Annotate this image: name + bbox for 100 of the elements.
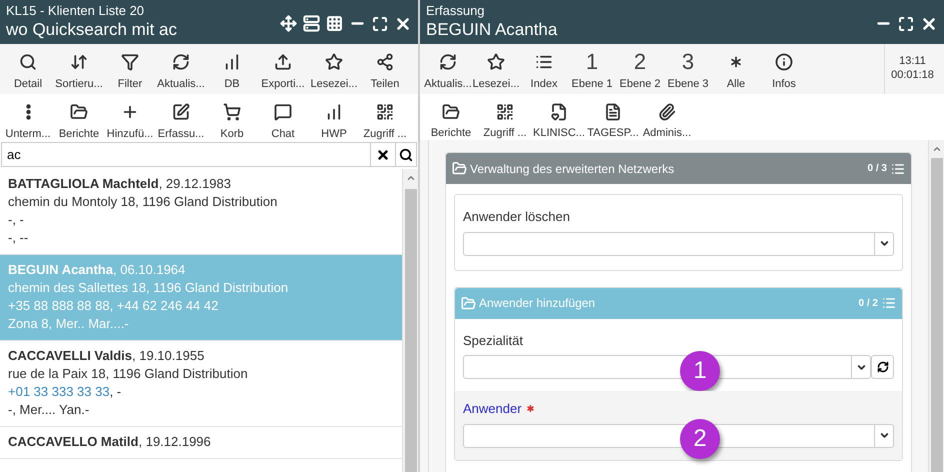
toolbar-button[interactable]: TAGESP...: [586, 94, 640, 140]
bar-chart-icon: [325, 103, 343, 121]
client-name: CACCAVELLI Valdis, 19.10.1955: [8, 347, 206, 365]
toolbar-button[interactable]: Lesezei...: [310, 44, 358, 94]
scrollbar-thumb[interactable]: [404, 189, 416, 472]
info-icon: [775, 53, 793, 71]
search-field[interactable]: ac: [1, 142, 371, 167]
toolbar-button[interactable]: HWP: [310, 94, 358, 142]
toolbar-button[interactable]: Teilen: [361, 44, 409, 94]
toolbar-button[interactable]: Sortieru...: [55, 44, 103, 94]
toolbar-button[interactable]: Adminis...: [640, 94, 694, 140]
toolbar-button[interactable]: Index: [520, 44, 568, 94]
paperclip-icon: [658, 102, 676, 120]
select-field[interactable]: [463, 424, 894, 448]
client-name: BATTAGLIOLA Machteld, 29.12.1983: [8, 175, 232, 193]
client-name: CACCAVELLO Matild, 19.12.1996: [8, 433, 212, 451]
scrollbar[interactable]: [402, 169, 418, 472]
star-icon: [325, 53, 343, 71]
search-icon: [19, 53, 37, 71]
caret-icon: [878, 238, 890, 249]
toolbar-button[interactable]: Infos: [760, 44, 808, 94]
more-icon: [26, 104, 30, 120]
select-field[interactable]: [463, 232, 894, 256]
toolbar-button[interactable]: KLINISC...: [532, 94, 586, 140]
client-detail: -, --: [8, 229, 30, 247]
clock-time: 13:11: [899, 54, 926, 68]
client-detail: chemin des Sallettes 18, 1196 Gland Distribution: [8, 279, 290, 297]
maximize-icon[interactable]: [372, 16, 388, 32]
toolbar-button[interactable]: Hinzufü...: [106, 94, 154, 142]
toolbar-button[interactable]: Detail: [4, 44, 52, 94]
toolbar-button[interactable]: Zugriff ...: [361, 94, 409, 142]
client-detail: +35 88 888 88 88, +44 62 246 44 42: [8, 297, 220, 315]
list-view-icon[interactable]: [303, 15, 320, 32]
toolbar-button[interactable]: Filter: [106, 44, 154, 94]
field-label: Anwender: [463, 400, 522, 418]
window-subtitle: BEGUIN Acantha: [426, 19, 558, 41]
toolbar-button[interactable]: Korb: [208, 94, 256, 142]
plus-icon: [121, 103, 139, 121]
scroll-up-icon[interactable]: [406, 173, 416, 183]
select-field[interactable]: [463, 355, 871, 379]
toolbar-button[interactable]: Chat: [259, 94, 307, 142]
toolbar-button[interactable]: DB: [208, 44, 256, 94]
window-title: KL15 - Klienten Liste 20: [6, 3, 146, 19]
phone-link[interactable]: +01 33 333 33 33: [8, 384, 110, 399]
bar-chart-icon: [223, 53, 241, 71]
toolbar-button[interactable]: Berichte: [55, 94, 103, 142]
toolbar-button[interactable]: Berichte: [424, 94, 478, 140]
filter-icon: [121, 53, 139, 71]
folder-icon: [452, 161, 467, 176]
share-icon: [376, 53, 394, 71]
clear-icon: [376, 148, 390, 162]
toolbar-button[interactable]: Unterm...: [4, 94, 52, 142]
client-detail: +01 33 333 33 33, -: [8, 383, 122, 401]
client-name: BEGUIN Acantha, 06.10.1964: [8, 261, 186, 279]
client-detail: rue de la Paix 18, 1196 Gland Distribution: [8, 365, 249, 383]
export-icon: [274, 53, 292, 71]
toolbar-button[interactable]: 1 Ebene 1: [568, 44, 616, 94]
list-icon: [882, 296, 896, 310]
section-count: 0 / 3: [868, 162, 887, 176]
scrollbar[interactable]: [928, 140, 944, 472]
level-number: 3: [682, 51, 694, 73]
toolbar-button[interactable]: Zugriff ...: [478, 94, 532, 140]
toolbar-button[interactable]: 2 Ebene 2: [616, 44, 664, 94]
client-detail: -, Mer.... Yan.-: [8, 401, 90, 419]
refresh-button[interactable]: [871, 355, 894, 379]
toolbar-button[interactable]: Exporti...: [259, 44, 307, 94]
client-detail: chemin du Montoly 18, 1196 Gland Distribution: [8, 193, 278, 211]
scroll-up-icon[interactable]: [932, 144, 942, 154]
window-title: Erfassung: [426, 3, 486, 19]
grid-icon[interactable]: [326, 15, 343, 32]
client-detail: Zona 8, Mer.. Mar....-: [8, 315, 130, 333]
chat-icon: [274, 103, 292, 121]
toolbar-button[interactable]: Aktualis...: [157, 44, 205, 94]
move-icon[interactable]: [280, 15, 297, 32]
folder-icon: [70, 103, 88, 121]
step-marker: 2: [680, 419, 720, 459]
caret-icon: [878, 430, 890, 441]
toolbar-button[interactable]: Aktualis...: [424, 44, 472, 94]
field-label: Anwender löschen: [463, 208, 570, 226]
search-button[interactable]: [395, 142, 417, 167]
step-marker: 1: [680, 350, 720, 390]
scrollbar-thumb[interactable]: [930, 158, 942, 472]
level-number: 2: [634, 51, 646, 73]
clear-search-button[interactable]: [371, 142, 395, 167]
toolbar-button[interactable]: Erfassu...: [157, 94, 205, 142]
toolbar-button[interactable]: Alle: [712, 44, 760, 94]
edit-icon: [172, 103, 190, 121]
qr-code-icon: [376, 103, 394, 121]
client-detail: -, -: [8, 211, 25, 229]
document-icon: [604, 102, 622, 120]
search-icon: [399, 148, 413, 162]
folder-icon: [442, 102, 460, 120]
cart-icon: [223, 103, 241, 121]
refresh-icon: [439, 53, 457, 71]
maximize-icon[interactable]: [898, 16, 914, 32]
star-icon: [487, 53, 505, 71]
toolbar-button[interactable]: 3 Ebene 3: [664, 44, 712, 94]
elapsed-time: 00:01:18: [891, 68, 934, 82]
toolbar-button[interactable]: Lesezei...: [472, 44, 520, 94]
medical-file-icon: [550, 102, 568, 120]
